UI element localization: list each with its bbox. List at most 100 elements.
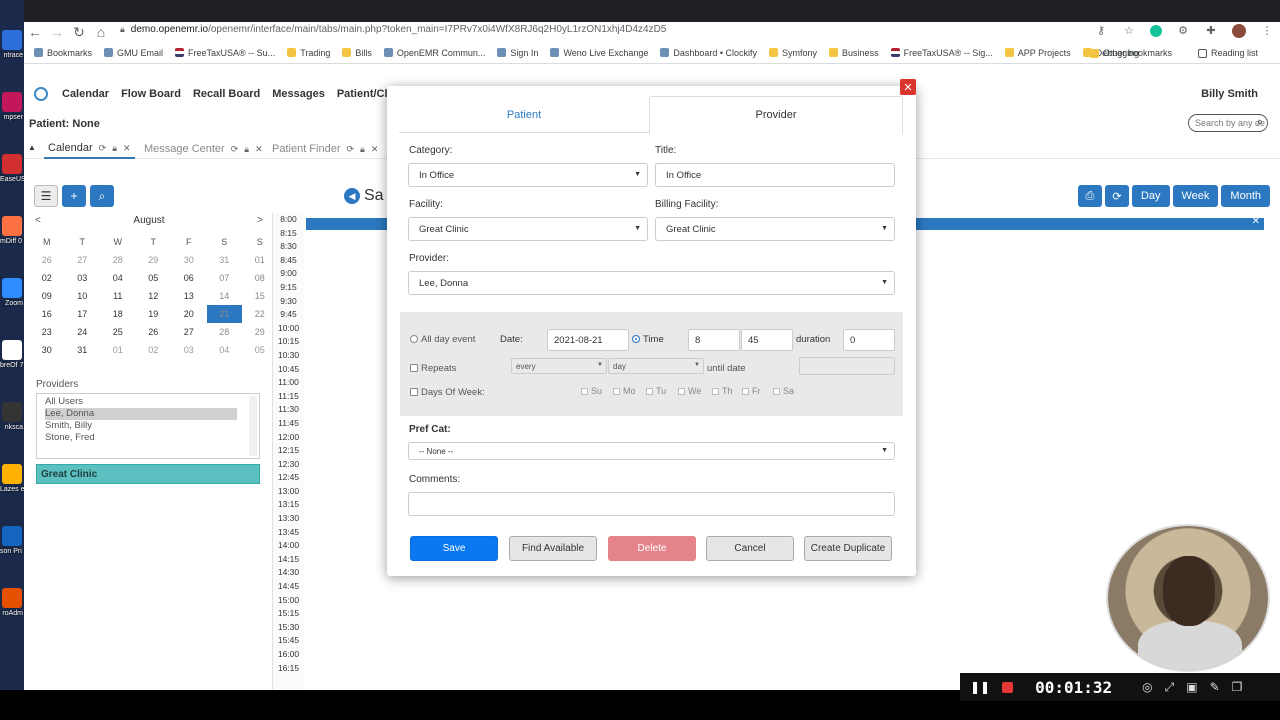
close-icon[interactable]: ✕ xyxy=(255,144,263,155)
key-icon[interactable]: ⚷ xyxy=(1094,24,1108,38)
refresh-icon[interactable]: ⟳ xyxy=(346,144,354,155)
lock-icon[interactable]: 🔒︎ xyxy=(112,143,117,154)
search-icon[interactable]: ⌕ xyxy=(1257,116,1263,129)
calendar-day[interactable]: 31 xyxy=(207,251,243,269)
until-date-input[interactable] xyxy=(799,357,895,375)
calendar-day[interactable]: 18 xyxy=(100,305,136,323)
dow-checkbox[interactable] xyxy=(773,387,780,395)
calendar-day[interactable]: 04 xyxy=(207,341,243,359)
dow-thursday[interactable]: Th xyxy=(712,386,733,396)
calendar-day[interactable]: 26 xyxy=(136,323,172,341)
providers-scrollbar[interactable] xyxy=(249,396,257,456)
next-month-button[interactable]: > xyxy=(257,215,263,229)
dow-checkbox[interactable] xyxy=(678,387,685,395)
dow-checkbox[interactable] xyxy=(613,387,620,395)
hour-input[interactable]: 8 xyxy=(688,329,740,351)
calendar-day[interactable]: 04 xyxy=(100,269,136,287)
window-icon[interactable]: ❐ xyxy=(1232,680,1243,694)
menu-messages[interactable]: Messages xyxy=(272,88,325,100)
dow-saturday[interactable]: Sa xyxy=(773,386,794,396)
desktop-shortcut[interactable]: mpser xyxy=(0,92,24,126)
calendar-day[interactable]: 24 xyxy=(65,323,101,341)
calendar-day[interactable]: 10 xyxy=(65,287,101,305)
tab-message-center[interactable]: Message Center ⟳ 🔒︎ ✕ xyxy=(140,139,267,159)
home-icon[interactable]: ⌂ xyxy=(90,24,112,40)
tab-patient-finder[interactable]: Patient Finder ⟳ 🔒︎ ✕ xyxy=(268,139,382,159)
category-select[interactable]: In Office ▼ xyxy=(408,163,648,187)
date-input[interactable]: 2021-08-21 xyxy=(547,329,629,351)
collapse-arrow-icon[interactable]: ▲ xyxy=(28,143,36,152)
menu-recall-board[interactable]: Recall Board xyxy=(193,88,260,100)
bookmark-item[interactable]: Dashboard • Clockify xyxy=(660,48,757,58)
bookmark-item[interactable]: Symfony xyxy=(769,48,817,58)
patient-search-input[interactable]: Search by any de ⌕ xyxy=(1188,114,1268,132)
calendar-day[interactable]: 21 xyxy=(206,305,242,323)
back-icon[interactable]: ← xyxy=(24,24,46,40)
bookmark-item[interactable]: Trading xyxy=(287,48,330,58)
view-day-button[interactable]: Day xyxy=(1131,185,1170,207)
prev-month-button[interactable]: < xyxy=(35,215,41,229)
close-icon[interactable]: ✕ xyxy=(900,79,916,95)
comments-input[interactable] xyxy=(408,492,895,516)
provider-select[interactable]: Lee, Donna ▼ xyxy=(408,271,895,295)
calendar-day[interactable]: 03 xyxy=(65,269,101,287)
grammarly-icon[interactable] xyxy=(1150,25,1162,37)
tab-patient[interactable]: Patient xyxy=(399,96,649,133)
bookmark-item[interactable]: Business xyxy=(829,48,879,58)
save-button[interactable]: Save xyxy=(410,536,498,561)
close-icon[interactable]: ✕ xyxy=(1252,216,1260,227)
desktop-shortcut[interactable]: roAdm xyxy=(0,588,24,622)
delete-button[interactable]: Delete xyxy=(608,536,696,561)
calendar-day[interactable]: 09 xyxy=(29,287,65,305)
time-radio[interactable] xyxy=(632,335,640,344)
openemr-logo-icon[interactable] xyxy=(34,87,48,101)
bookmark-item[interactable]: OpenEMR Commun... xyxy=(383,48,485,58)
view-week-button[interactable]: Week xyxy=(1172,185,1219,207)
provider-option[interactable]: All Users xyxy=(45,396,259,408)
days-of-week-option[interactable]: Days Of Week: xyxy=(410,387,485,398)
billing-facility-select[interactable]: Great Clinic ▼ xyxy=(655,217,895,241)
lock-icon[interactable]: 🔒︎ xyxy=(360,144,365,155)
print-icon[interactable]: ⎙ xyxy=(1077,185,1102,207)
dow-checkbox[interactable] xyxy=(742,387,749,395)
calendar-day[interactable]: 23 xyxy=(29,323,65,341)
address-bar[interactable]: 🔒︎ demo.openemr.io/openemr/interface/mai… xyxy=(120,24,666,35)
desktop-shortcut[interactable]: Lazes ecover xyxy=(0,464,24,498)
camera-icon[interactable]: ▣ xyxy=(1186,680,1197,694)
tab-provider[interactable]: Provider xyxy=(649,96,903,134)
days-of-week-checkbox[interactable] xyxy=(410,388,418,397)
forward-icon[interactable]: → xyxy=(46,24,68,40)
calendar-day[interactable]: 20 xyxy=(171,305,207,323)
desktop-shortcut[interactable]: EaseUS ecExpe xyxy=(0,154,24,188)
bookmark-item[interactable]: FreeTaxUSA® -- Sig... xyxy=(890,48,993,58)
desktop-shortcut[interactable]: breOf 7.1 xyxy=(0,340,24,374)
calendar-day[interactable]: 30 xyxy=(29,341,65,359)
extension-gear-icon[interactable]: ⚙ xyxy=(1176,24,1190,38)
repeat-unit-select[interactable]: day ▼ xyxy=(608,358,704,374)
pause-icon[interactable]: ❚❚ xyxy=(970,680,990,694)
bookmark-item[interactable]: Weno Live Exchange xyxy=(550,48,648,58)
bookmark-item[interactable]: Bookmarks xyxy=(34,48,92,58)
dow-sunday[interactable]: Su xyxy=(581,386,602,396)
prev-day-icon[interactable]: ◀ xyxy=(344,188,360,204)
view-month-button[interactable]: Month xyxy=(1221,185,1270,207)
reading-list[interactable]: Reading list xyxy=(1197,48,1258,58)
calendar-day[interactable]: 07 xyxy=(207,269,243,287)
all-day-option[interactable]: All day event xyxy=(410,334,475,345)
calendar-day[interactable]: 02 xyxy=(136,341,172,359)
tab-calendar[interactable]: Calendar ⟳ 🔒︎ ✕ xyxy=(44,139,135,159)
providers-list[interactable]: All Users Lee, Donna Smith, Billy Stone,… xyxy=(36,393,260,459)
bookmark-item[interactable]: APP Projects xyxy=(1004,48,1071,58)
calendar-day[interactable]: 06 xyxy=(171,269,207,287)
puzzle-icon[interactable]: ✚ xyxy=(1204,24,1218,38)
facility-select[interactable]: Great Clinic ▼ xyxy=(408,217,648,241)
refresh-icon[interactable]: ⟳ xyxy=(99,143,107,154)
bookmark-item[interactable]: Bills xyxy=(342,48,372,58)
calendar-day[interactable]: 26 xyxy=(29,251,65,269)
provider-option[interactable]: Stone, Fred xyxy=(45,432,259,444)
dow-wednesday[interactable]: We xyxy=(678,386,701,396)
cancel-button[interactable]: Cancel xyxy=(706,536,794,561)
desktop-shortcut[interactable]: son Pri nnect xyxy=(0,526,24,560)
reload-icon[interactable]: ↻ xyxy=(68,24,90,41)
close-icon[interactable]: ✕ xyxy=(123,143,131,154)
